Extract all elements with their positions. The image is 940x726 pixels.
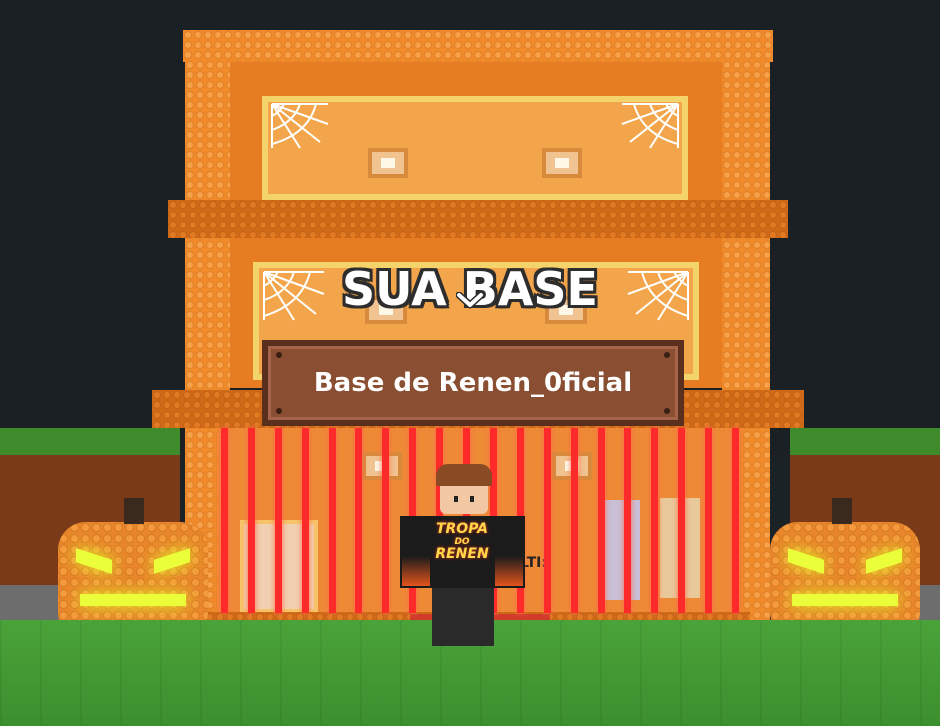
avatar-shirt: TROPA DO RENEN [400,516,525,588]
shirt-text-top: TROPA [435,521,489,537]
laser-bar [221,428,228,613]
pumpkin-eye [866,548,902,574]
flame-right [495,556,523,586]
pumpkin-eye [788,548,824,574]
laser-bar [247,428,255,613]
sign-label: Base de Renen_0ficial [313,368,633,398]
cobweb-icon [621,103,679,149]
laser-bar [543,428,551,613]
laser-bar [624,428,632,613]
avatar-eye [454,496,458,502]
laser-bar [597,428,605,613]
shirt-text-bottom: RENEN [435,546,489,562]
ceiling-light [368,148,408,178]
laser-bar [732,428,739,613]
hedge-right [790,428,940,456]
pumpkin-mouth [80,594,186,606]
cobweb-icon [627,271,689,321]
shirt-text: TROPA DO RENEN [430,522,494,562]
ceiling-light [542,148,582,178]
base-owner-sign: Base de Renen_0ficial [262,340,684,426]
pumpkin-eye [76,548,112,574]
laser-bar [570,428,578,613]
pumpkin-stem [832,498,852,524]
floor-slab [168,200,788,238]
laser-bar [382,428,390,613]
avatar-eye [470,496,474,502]
player-avatar[interactable]: TROPA DO RENEN [400,464,525,648]
laser-bar [301,428,309,613]
laser-bar [274,428,282,613]
pumpkin-stem [124,498,144,524]
cobweb-icon [271,103,329,149]
pumpkin-eye [154,548,190,574]
cobweb-icon [263,271,325,321]
laser-bar [651,428,659,613]
flame-left [402,556,430,586]
laser-bar [355,428,363,613]
pumpkin-mouth [792,594,898,606]
laser-bar [328,428,336,613]
avatar-hair [436,464,492,486]
avatar-pants [432,588,494,646]
hedge-left [0,428,180,456]
roof-top [183,30,773,62]
laser-bar [705,428,713,613]
laser-bar [678,428,686,613]
chevron-down-icon [456,292,484,309]
